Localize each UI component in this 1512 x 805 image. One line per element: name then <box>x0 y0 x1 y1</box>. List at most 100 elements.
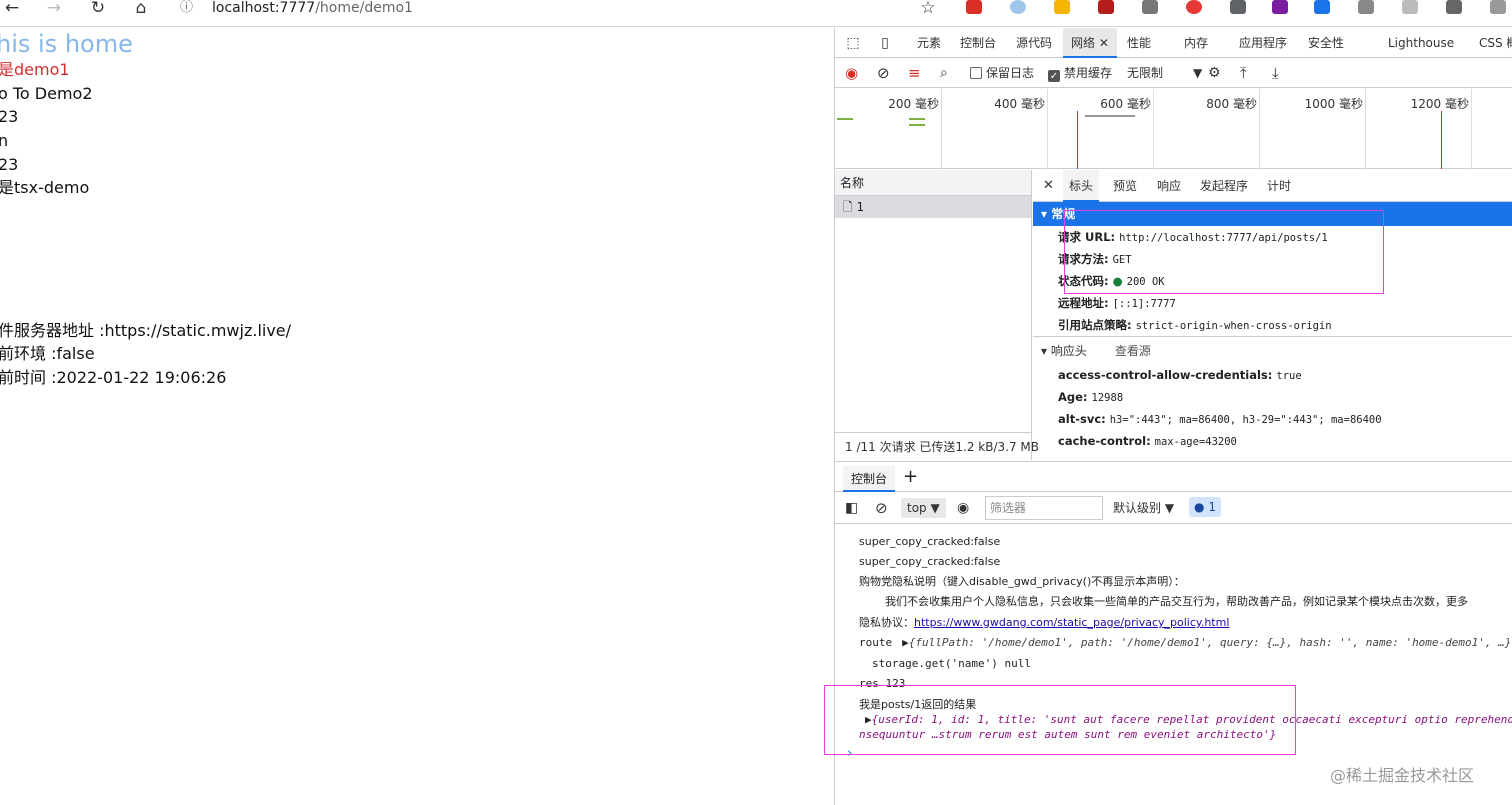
network-timeline[interactable]: 200 毫秒 400 毫秒 600 毫秒 800 毫秒 1000 毫秒 1200… <box>835 89 1512 169</box>
sidebar-toggle-icon[interactable]: ◧ <box>845 498 858 518</box>
console-line: 隐私协议：https://www.gwdang.com/static_page/… <box>859 615 1229 631</box>
upload-icon[interactable]: ⤒ <box>1240 65 1247 81</box>
timeline-divider <box>1365 89 1366 169</box>
response-headers-section[interactable]: ▾ 响应头 查看源 <box>1033 336 1512 364</box>
request-name: 1 <box>856 200 865 214</box>
header-key: alt-svc: <box>1058 412 1106 426</box>
address-bar[interactable]: localhost:7777/home/demo1 <box>212 0 413 17</box>
page-line-env: 前环境 :false <box>0 344 95 363</box>
console-line: super_copy_cracked:false <box>859 555 1001 568</box>
tab-timing[interactable]: 计时 <box>1267 170 1291 202</box>
page-line-tsx-demo: 是tsx-demo <box>0 178 90 197</box>
close-details-icon[interactable]: ✕ <box>1043 170 1054 202</box>
timeline-label: 1000 毫秒 <box>1304 97 1363 111</box>
privacy-label: 隐私协议： <box>859 616 914 629</box>
chevron-down-icon: ▼ <box>1164 501 1175 515</box>
url-host: localhost:7777 <box>212 0 316 16</box>
header-value: strict-origin-when-cross-origin <box>1135 320 1332 332</box>
expand-triangle-icon[interactable]: ▶ <box>865 713 872 726</box>
reload-icon[interactable]: ↻ <box>86 0 110 20</box>
forward-arrow-icon[interactable]: → <box>42 0 66 20</box>
header-row: Age: 12988 <box>1033 386 1512 408</box>
extension-copy-icon[interactable] <box>1358 0 1374 14</box>
tab-headers[interactable]: 标头 <box>1063 170 1100 202</box>
extension-v-icon[interactable] <box>1402 0 1418 14</box>
record-icon[interactable]: ◉ <box>845 65 858 81</box>
device-toggle-icon[interactable]: ▯ <box>877 35 893 51</box>
header-key: access-control-allow-credentials: <box>1058 368 1273 382</box>
extension-red-icon[interactable] <box>1186 0 1202 14</box>
tab-lighthouse[interactable]: Lighthouse <box>1388 28 1454 58</box>
extension-page-icon[interactable] <box>1142 0 1158 14</box>
timeline-divider <box>941 89 942 169</box>
tab-console[interactable]: 控制台 <box>960 28 996 58</box>
privacy-link[interactable]: https://www.gwdang.com/static_page/priva… <box>914 616 1229 629</box>
live-expression-icon[interactable]: ◉ <box>957 498 969 518</box>
back-arrow-icon[interactable]: ← <box>0 0 24 20</box>
disable-cache-checkbox[interactable]: ✓ 禁用缓存 <box>1048 65 1112 82</box>
header-key: 请求方法: <box>1058 252 1109 266</box>
page-line: 23 <box>0 107 19 126</box>
tab-network[interactable]: 网络 ✕ <box>1063 28 1117 58</box>
download-icon[interactable]: ⤓ <box>1272 65 1279 81</box>
timeline-bar <box>909 118 925 120</box>
general-section-header[interactable]: ▾ 常规 <box>1033 202 1512 226</box>
extension-ublock-icon[interactable] <box>1098 0 1114 14</box>
header-value: h3=":443"; ma=86400, h3-29=":443"; ma=86… <box>1109 414 1382 426</box>
wifi-settings-icon[interactable]: ⚙ <box>1208 65 1221 81</box>
tab-elements[interactable]: 元素 <box>917 28 941 58</box>
header-row: access-control-allow-credentials: true <box>1033 364 1512 386</box>
name-column-header[interactable]: 名称 <box>835 170 1031 196</box>
log-level-select[interactable]: 默认级别 ▼ <box>1113 498 1174 518</box>
context-select[interactable]: top ▼ <box>901 498 946 518</box>
tab-initiator[interactable]: 发起程序 <box>1200 170 1248 202</box>
extension-shield-icon[interactable] <box>1230 0 1246 14</box>
result-object[interactable]: {userId: 1, id: 1, title: 'sunt aut face… <box>872 713 1512 726</box>
expand-triangle-icon[interactable]: ▶ <box>902 636 909 649</box>
inspect-icon[interactable]: ⬚ <box>845 35 861 51</box>
clear-icon[interactable]: ⊘ <box>877 65 890 81</box>
extension-colorful-icon[interactable] <box>1054 0 1070 14</box>
network-status-bar: 1 /11 次请求 已传送1.2 kB/3.7 MB <box>835 432 1039 460</box>
console-prompt-icon[interactable]: › <box>847 746 852 762</box>
tab-css-overview[interactable]: CSS 概 <box>1479 28 1512 58</box>
favorite-icon[interactable]: ☆ <box>916 0 940 20</box>
message-count-badge[interactable]: ● 1 <box>1189 497 1221 517</box>
preserve-log-checkbox[interactable]: 保留日志 <box>970 65 1034 81</box>
console-line: route ▶{fullPath: '/home/demo1', path: '/… <box>859 635 1511 651</box>
message-icon: ● <box>1194 500 1205 514</box>
header-key: cache-control: <box>1058 434 1151 448</box>
tab-sources[interactable]: 源代码 <box>1016 28 1052 58</box>
menu-icon[interactable] <box>1490 0 1506 14</box>
tab-console-drawer[interactable]: 控制台 <box>843 466 896 492</box>
request-row[interactable]: 🗋 1 <box>835 196 1031 218</box>
route-object[interactable]: {fullPath: '/home/demo1', path: '/home/d… <box>909 636 1512 649</box>
screenshot-icon[interactable] <box>1446 0 1462 14</box>
filter-icon[interactable]: ≡ <box>908 65 921 81</box>
tab-preview[interactable]: 预览 <box>1113 170 1137 202</box>
chevron-down-icon: ▼ <box>930 501 940 515</box>
clear-console-icon[interactable]: ⊘ <box>875 498 888 518</box>
add-tab-icon[interactable]: + <box>903 466 918 488</box>
close-tab-icon[interactable]: ✕ <box>1099 36 1109 50</box>
header-value: 12988 <box>1091 392 1124 404</box>
tab-application[interactable]: 应用程序 <box>1239 28 1287 58</box>
console-filter-input[interactable]: 筛选器 <box>985 496 1103 520</box>
tab-security[interactable]: 安全性 <box>1308 28 1344 58</box>
extension-fe-icon[interactable] <box>966 0 982 14</box>
header-key: 远程地址: <box>1058 296 1109 310</box>
view-source-link[interactable]: 查看源 <box>1115 344 1151 358</box>
extension-circle-icon[interactable] <box>1010 0 1026 14</box>
timeline-bar <box>1085 115 1135 117</box>
url-path: /home/demo1 <box>315 0 413 16</box>
extension-star-icon[interactable] <box>1272 0 1288 14</box>
search-icon[interactable]: ⌕ <box>940 65 948 81</box>
tab-performance[interactable]: 性能 <box>1127 28 1151 58</box>
site-info-icon[interactable]: ⓘ <box>180 0 193 16</box>
tab-response[interactable]: 响应 <box>1157 170 1181 202</box>
throttle-select[interactable]: 无限制 ▼ <box>1127 65 1202 81</box>
home-icon[interactable]: ⌂ <box>129 0 153 20</box>
tab-memory[interactable]: 内存 <box>1184 28 1208 58</box>
extension-grid-icon[interactable] <box>1314 0 1330 14</box>
goto-demo2-link[interactable]: o To Demo2 <box>0 83 93 105</box>
